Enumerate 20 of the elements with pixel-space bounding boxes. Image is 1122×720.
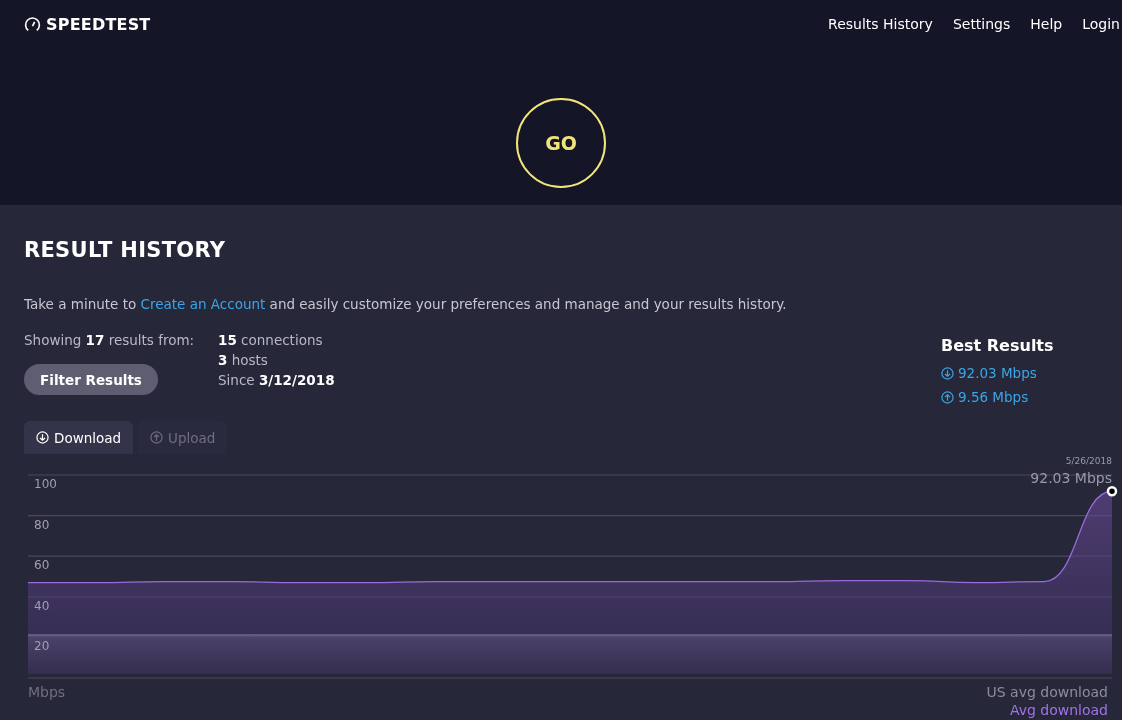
point-date: 5/26/2018 bbox=[1065, 456, 1112, 466]
y-tick-label: 40 bbox=[34, 598, 50, 613]
best-upload-speed: 9.56 Mbps bbox=[958, 389, 1029, 405]
point-value: 92.03 Mbps bbox=[1030, 470, 1112, 486]
y-tick-label: 80 bbox=[34, 517, 50, 532]
y-tick-label: 20 bbox=[34, 639, 50, 654]
best-results-title: Best Results bbox=[941, 336, 1055, 355]
unit-label: Mbps bbox=[28, 684, 66, 700]
y-tick-label: 60 bbox=[34, 558, 50, 573]
y-tick-label: 100 bbox=[34, 477, 57, 491]
source-summary: 3 hosts bbox=[218, 352, 269, 369]
source-summary: 15 connections bbox=[218, 332, 324, 349]
section-title: RESULT HISTORY bbox=[24, 238, 227, 262]
results-count: Showing 17 results from: bbox=[24, 332, 196, 348]
legend-label: Avg download bbox=[1009, 702, 1108, 718]
legend-label: US avg download bbox=[986, 684, 1108, 700]
best-download-speed: 92.03 Mbps bbox=[958, 365, 1037, 381]
logo-text: SPEEDTEST bbox=[46, 14, 151, 34]
source-summary: Since 3/12/2018 bbox=[218, 372, 335, 389]
intro-paragraph: Take a minute to Create an Account and easily customize your preferences and manage and your results history. bbox=[24, 296, 788, 312]
